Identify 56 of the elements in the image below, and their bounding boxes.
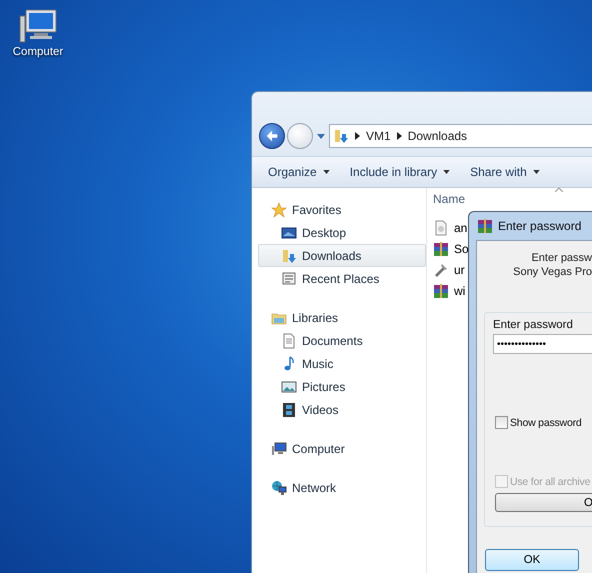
chevron-icon [396, 132, 402, 140]
nav-item[interactable]: Documents [258, 329, 426, 352]
back-arrow-icon [265, 129, 279, 143]
nav-item[interactable]: Downloads [258, 244, 426, 267]
nav-item[interactable]: Favorites [258, 198, 426, 221]
toolbar-menu-button[interactable]: Share with [464, 162, 546, 182]
checkbox-label[interactable]: Show password [510, 416, 582, 428]
desktop-icon [281, 224, 297, 240]
dialog-message: Enter passw [531, 252, 592, 264]
nav-item[interactable]: Network [258, 476, 426, 499]
document-icon [281, 332, 297, 348]
computer-icon [271, 440, 287, 456]
file-name[interactable]: So [454, 242, 469, 256]
archive-icon [433, 240, 449, 256]
column-header[interactable]: Name [433, 192, 466, 206]
chevron-icon [355, 132, 360, 140]
caret-icon [322, 170, 330, 174]
nav-item[interactable]: Videos [258, 398, 426, 421]
network-icon [271, 480, 287, 496]
computer-icon[interactable] [18, 8, 58, 44]
nav-item[interactable]: Libraries [258, 306, 426, 329]
recent-places-icon [281, 270, 297, 286]
dialog-title: Enter password [498, 219, 582, 233]
toolbar-menu-button[interactable]: Include in library [344, 162, 456, 182]
folder-download-icon [333, 128, 349, 144]
dropdown-icon[interactable] [317, 134, 325, 138]
breadcrumb-item[interactable]: VM1 [366, 129, 391, 143]
archive-icon [477, 218, 493, 234]
nav-item[interactable]: Computer [258, 437, 426, 460]
archive-icon [433, 282, 449, 298]
field-label: Enter password [493, 319, 574, 331]
nav-item[interactable]: Desktop [258, 221, 426, 244]
tool-icon [433, 262, 449, 278]
star-icon [271, 202, 287, 218]
picture-icon [281, 378, 297, 394]
caret-icon [443, 170, 450, 174]
film-icon [281, 402, 297, 418]
back-button[interactable] [259, 123, 285, 149]
desktop-icon-label[interactable]: Computer [12, 46, 64, 58]
nav-item[interactable]: Music [258, 352, 426, 375]
folder-download-icon [281, 248, 297, 264]
toolbar-menu-button[interactable]: Organize [262, 162, 336, 182]
address-bar[interactable]: VM1 Downloads [329, 124, 592, 148]
checkbox[interactable] [495, 416, 508, 429]
file-icon [433, 220, 449, 236]
file-name[interactable]: wi [454, 284, 466, 298]
file-name[interactable]: ur [454, 262, 465, 276]
nav-item[interactable]: Pictures [258, 375, 426, 398]
dialog-message: Sony Vegas Pro [513, 266, 592, 278]
password-field[interactable]: •••••••••••••• [493, 334, 592, 354]
file-name[interactable]: an [454, 220, 468, 234]
sort-icon [555, 188, 563, 192]
caret-icon [532, 170, 540, 174]
nav-item[interactable]: Recent Places [258, 267, 426, 290]
ok-button[interactable]: OK [485, 549, 579, 571]
breadcrumb-item[interactable]: Downloads [408, 129, 468, 143]
